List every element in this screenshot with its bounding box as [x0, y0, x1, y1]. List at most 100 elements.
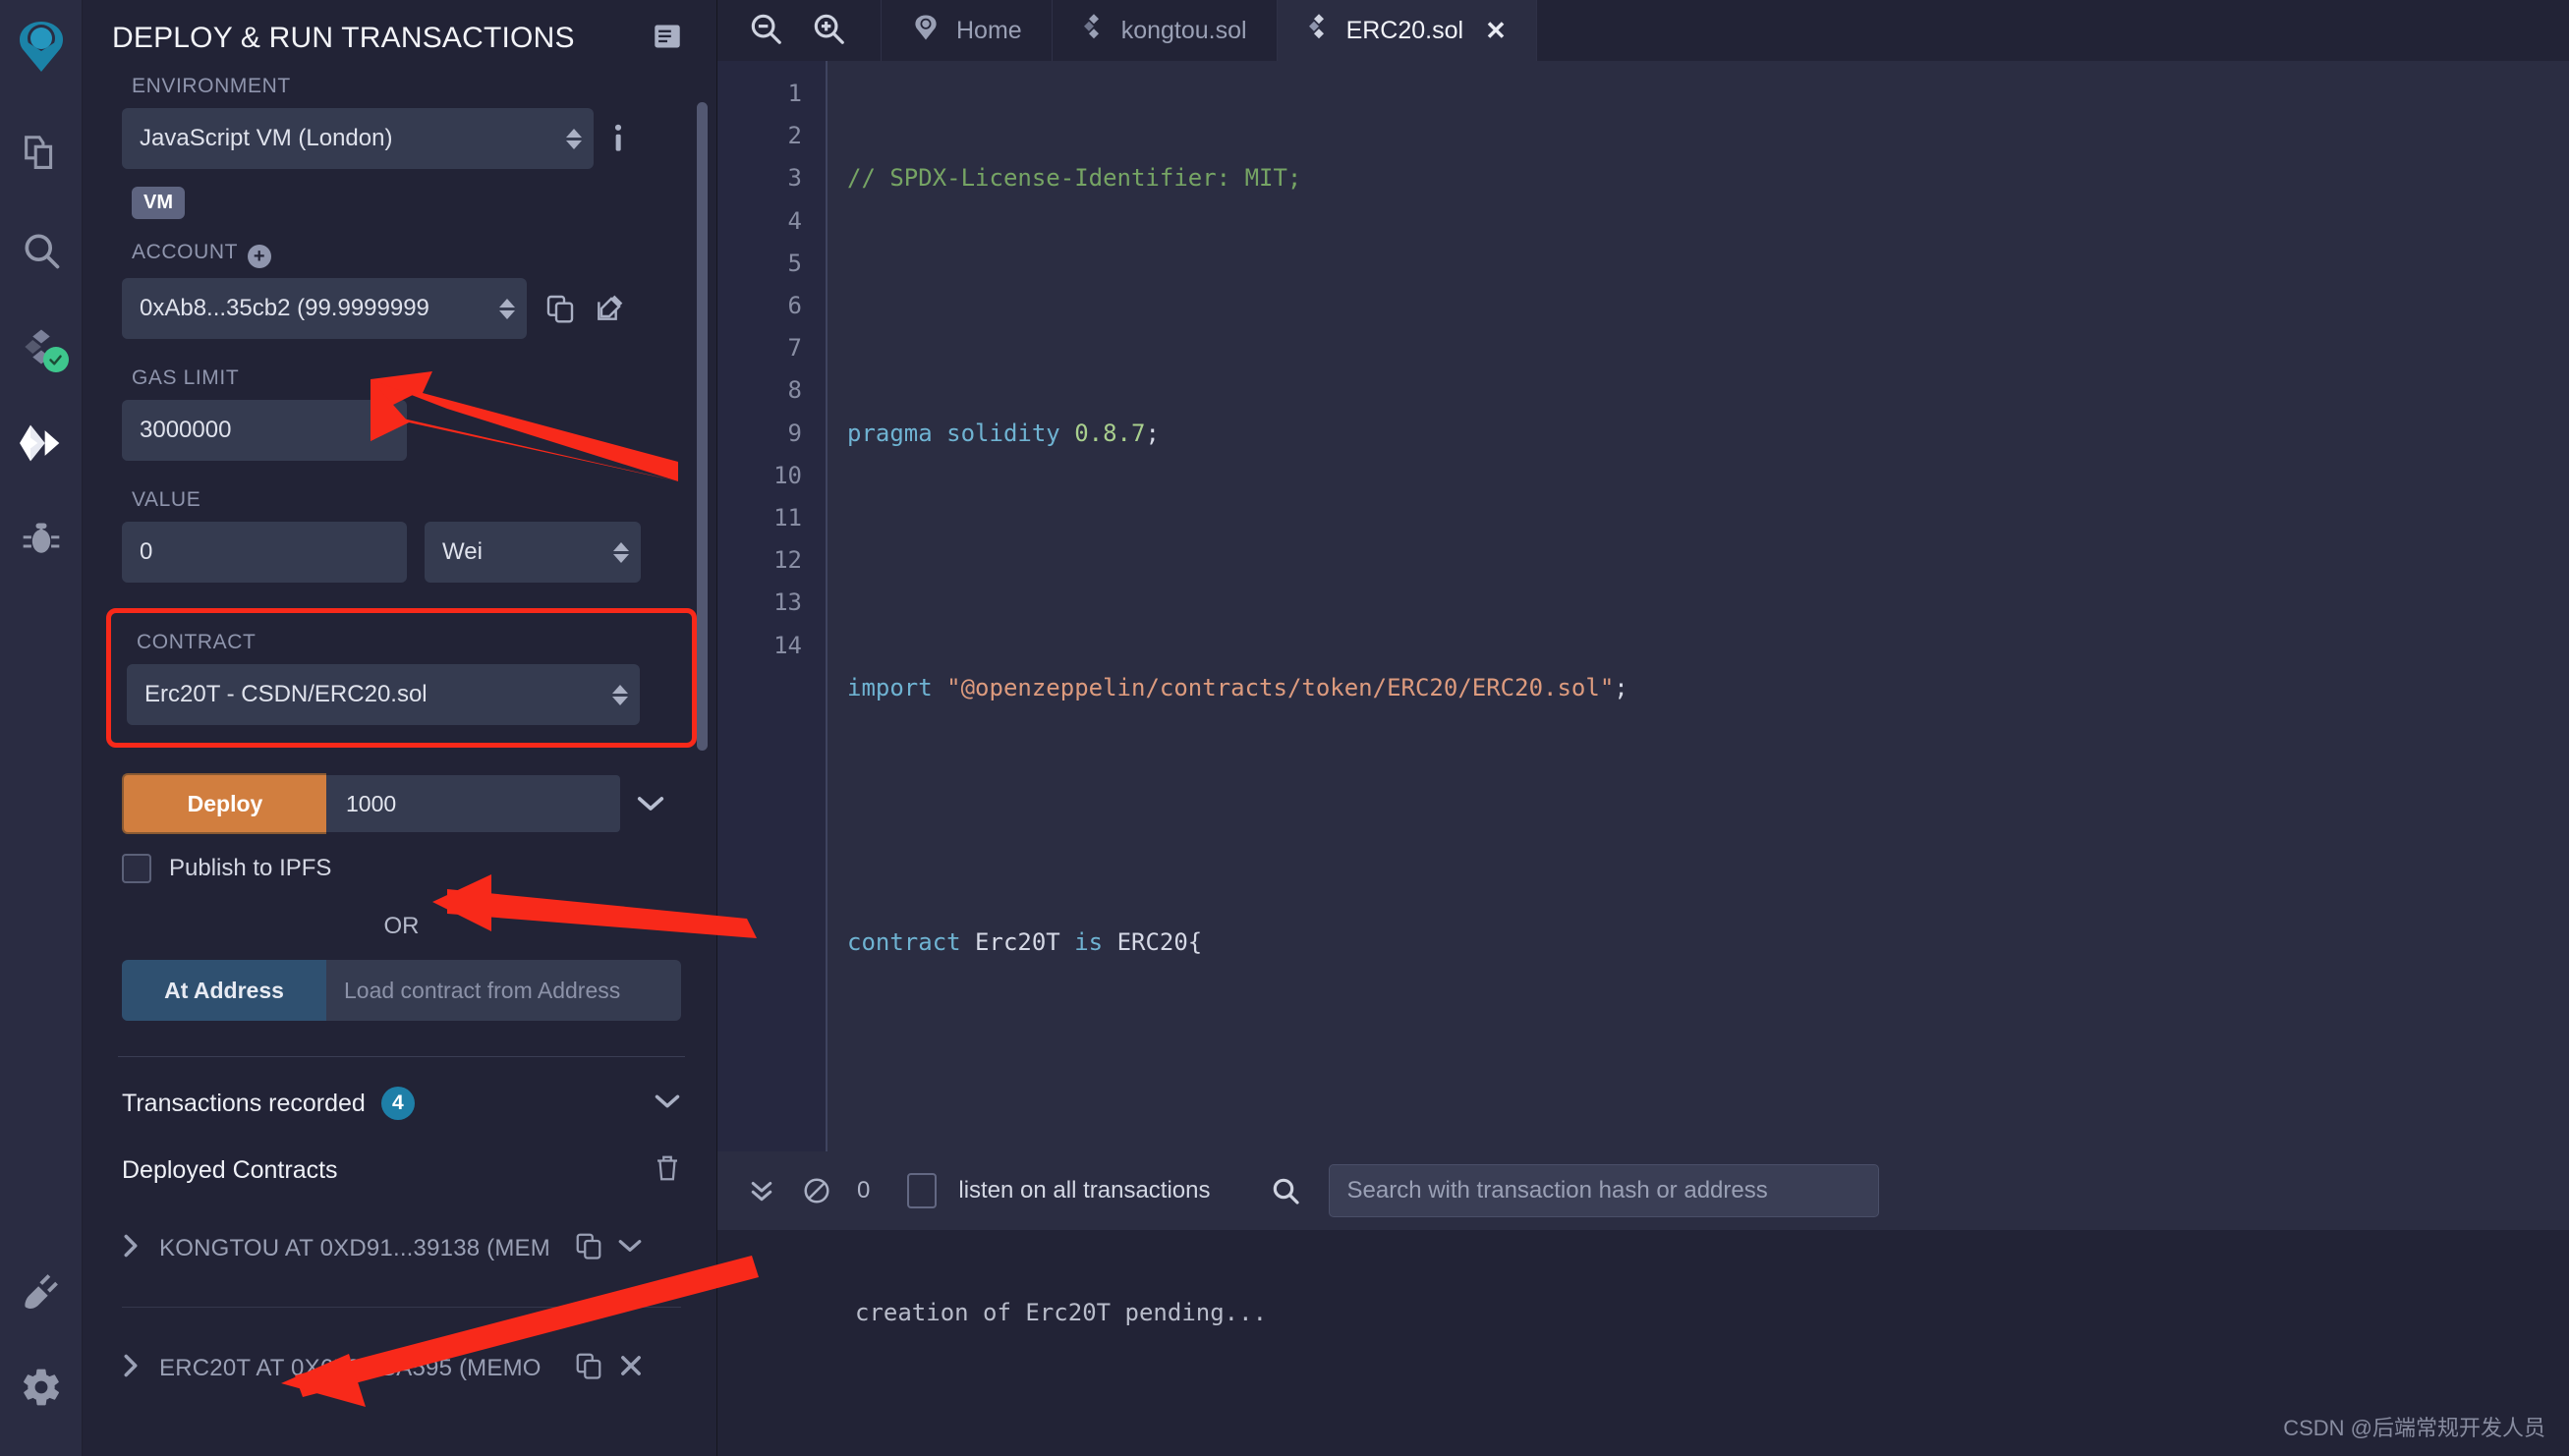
panel-scrollbar[interactable]	[697, 102, 708, 1448]
settings-icon[interactable]	[12, 1358, 71, 1417]
line-number: 13	[773, 588, 802, 617]
copy-account-icon[interactable]	[544, 293, 576, 324]
chevron-updown-icon	[499, 298, 515, 319]
at-address-input[interactable]: Load contract from Address	[326, 960, 681, 1021]
zoom-in-icon[interactable]	[810, 10, 847, 52]
line-number: 9	[787, 419, 802, 447]
chevron-updown-icon	[566, 128, 582, 149]
line-number: 3	[787, 164, 802, 193]
deploy-expand-chevron-icon[interactable]	[620, 794, 681, 813]
pending-count: 0	[857, 1177, 871, 1204]
transactions-recorded-row[interactable]: Transactions recorded 4	[122, 1087, 681, 1120]
value-input[interactable]: 0	[122, 522, 407, 583]
remix-logo[interactable]	[11, 18, 72, 84]
deploy-button[interactable]: Deploy	[122, 773, 326, 834]
terminal-panel: 0 listen on all transactions Search with…	[717, 1151, 2569, 1456]
environment-info-icon[interactable]	[611, 122, 625, 155]
panel-body: ENVIRONMENT JavaScript VM (London) VM AC…	[83, 75, 716, 1385]
publish-ipfs-label: Publish to IPFS	[169, 855, 332, 881]
main-area: Home kongtou.sol ERC20.sol ✕ 1 2 3 4 5 6…	[717, 0, 2569, 1456]
code-line: import "@openzeppelin/contracts/token/ER…	[847, 673, 1628, 701]
file-explorer-icon[interactable]	[12, 125, 71, 184]
section-divider	[118, 1056, 685, 1057]
tab-home[interactable]: Home	[881, 0, 1052, 61]
account-value: 0xAb8...35cb2 (99.9999999	[140, 295, 429, 321]
debugger-icon[interactable]	[12, 510, 71, 569]
line-number: 11	[773, 504, 802, 532]
tab-kongtou-sol[interactable]: kongtou.sol	[1051, 0, 1277, 61]
trash-icon[interactable]	[654, 1153, 681, 1188]
line-number: 1	[787, 80, 802, 107]
close-icon[interactable]	[617, 1352, 645, 1384]
line-number: 6	[787, 292, 802, 320]
remix-ide-window: DEPLOY & RUN TRANSACTIONS ENVIRONMENT Ja…	[0, 0, 2569, 1456]
line-number: 4	[787, 206, 802, 235]
or-divider-text: OR	[383, 913, 420, 939]
chevron-right-icon[interactable]	[122, 1353, 140, 1383]
search-icon[interactable]	[1270, 1175, 1301, 1206]
copy-address-icon[interactable]	[574, 1231, 603, 1265]
contract-highlight-box: CONTRACT Erc20T - CSDN/ERC20.sol	[106, 608, 697, 748]
line-number: 10	[773, 461, 802, 489]
code-line: pragma solidity 0.8.7;	[847, 419, 1160, 447]
deployed-contract-name: ERC20T AT 0X652...BA595 (MEMO	[159, 1354, 542, 1381]
close-icon[interactable]: ✕	[1485, 16, 1507, 46]
value-label: VALUE	[132, 488, 201, 511]
gas-limit-label: GAS LIMIT	[132, 366, 240, 389]
deployed-contract-name: KONGTOU AT 0XD91...39138 (MEM	[159, 1234, 550, 1261]
terminal-toolbar: 0 listen on all transactions Search with…	[717, 1151, 2569, 1230]
page-title: DEPLOY & RUN TRANSACTIONS	[112, 22, 575, 54]
terminal-output-line: creation of Erc20T pending...	[855, 1299, 1268, 1326]
search-icon[interactable]	[12, 221, 71, 280]
code-content[interactable]: // SPDX-License-Identifier: MIT; pragma …	[826, 61, 2569, 1151]
editor-zoom-controls	[717, 10, 881, 52]
deploy-run-icon[interactable]	[12, 414, 71, 473]
contract-label: CONTRACT	[137, 631, 257, 653]
collapse-terminal-icon[interactable]	[747, 1176, 776, 1205]
publish-ipfs-row[interactable]: Publish to IPFS	[122, 854, 681, 883]
deploy-arg-input[interactable]: 1000	[326, 775, 620, 832]
list-item[interactable]: ERC20T AT 0X652...BA595 (MEMO	[122, 1351, 681, 1385]
account-row: 0xAb8...35cb2 (99.9999999	[122, 278, 681, 339]
listen-all-transactions-checkbox[interactable]	[907, 1173, 938, 1208]
list-item[interactable]: KONGTOU AT 0XD91...39138 (MEM	[122, 1231, 681, 1265]
copy-address-icon[interactable]	[574, 1351, 603, 1385]
compiler-success-badge	[42, 347, 69, 372]
transactions-recorded-count: 4	[380, 1087, 415, 1120]
add-account-icon[interactable]: +	[248, 245, 272, 268]
clear-console-icon[interactable]	[802, 1176, 831, 1205]
deploy-row: Deploy 1000	[122, 773, 681, 834]
solidity-icon	[1307, 13, 1331, 49]
documentation-icon[interactable]	[652, 23, 683, 55]
environment-select[interactable]: JavaScript VM (London)	[122, 108, 594, 169]
gas-limit-input[interactable]: 3000000	[122, 400, 407, 461]
tab-erc20-sol[interactable]: ERC20.sol ✕	[1276, 0, 1537, 61]
contract-select[interactable]: Erc20T - CSDN/ERC20.sol	[127, 664, 640, 725]
line-number-gutter: 1 2 3 4 5 6 7 8 9 10 11 12 13 14	[717, 61, 826, 1151]
tab-label: ERC20.sol	[1345, 16, 1464, 44]
at-address-button[interactable]: At Address	[122, 960, 326, 1021]
solidity-compiler-icon[interactable]	[12, 317, 71, 376]
code-token: // SPDX-License-Identifier: MIT;	[847, 164, 1302, 193]
vm-tag: VM	[132, 187, 185, 219]
chevron-right-icon[interactable]	[122, 1233, 140, 1263]
chevron-down-icon[interactable]	[617, 1238, 643, 1259]
tab-label: kongtou.sol	[1120, 16, 1247, 44]
value-unit-select[interactable]: Wei	[425, 522, 641, 583]
edit-account-icon[interactable]	[594, 293, 625, 324]
publish-ipfs-checkbox[interactable]	[122, 854, 151, 883]
chevron-down-icon[interactable]	[654, 1092, 681, 1115]
code-editor[interactable]: 1 2 3 4 5 6 7 8 9 10 11 12 13 14 // SPDX…	[717, 61, 2569, 1151]
account-select[interactable]: 0xAb8...35cb2 (99.9999999	[122, 278, 527, 339]
tab-label: Home	[956, 16, 1022, 44]
account-label-text: ACCOUNT	[132, 241, 239, 263]
environment-value: JavaScript VM (London)	[140, 125, 393, 151]
plugin-manager-icon[interactable]	[12, 1261, 71, 1320]
terminal-search-input[interactable]: Search with transaction hash or address	[1328, 1164, 1879, 1217]
zoom-out-icon[interactable]	[747, 10, 784, 52]
code-line: contract Erc20T is ERC20{	[847, 927, 1203, 956]
